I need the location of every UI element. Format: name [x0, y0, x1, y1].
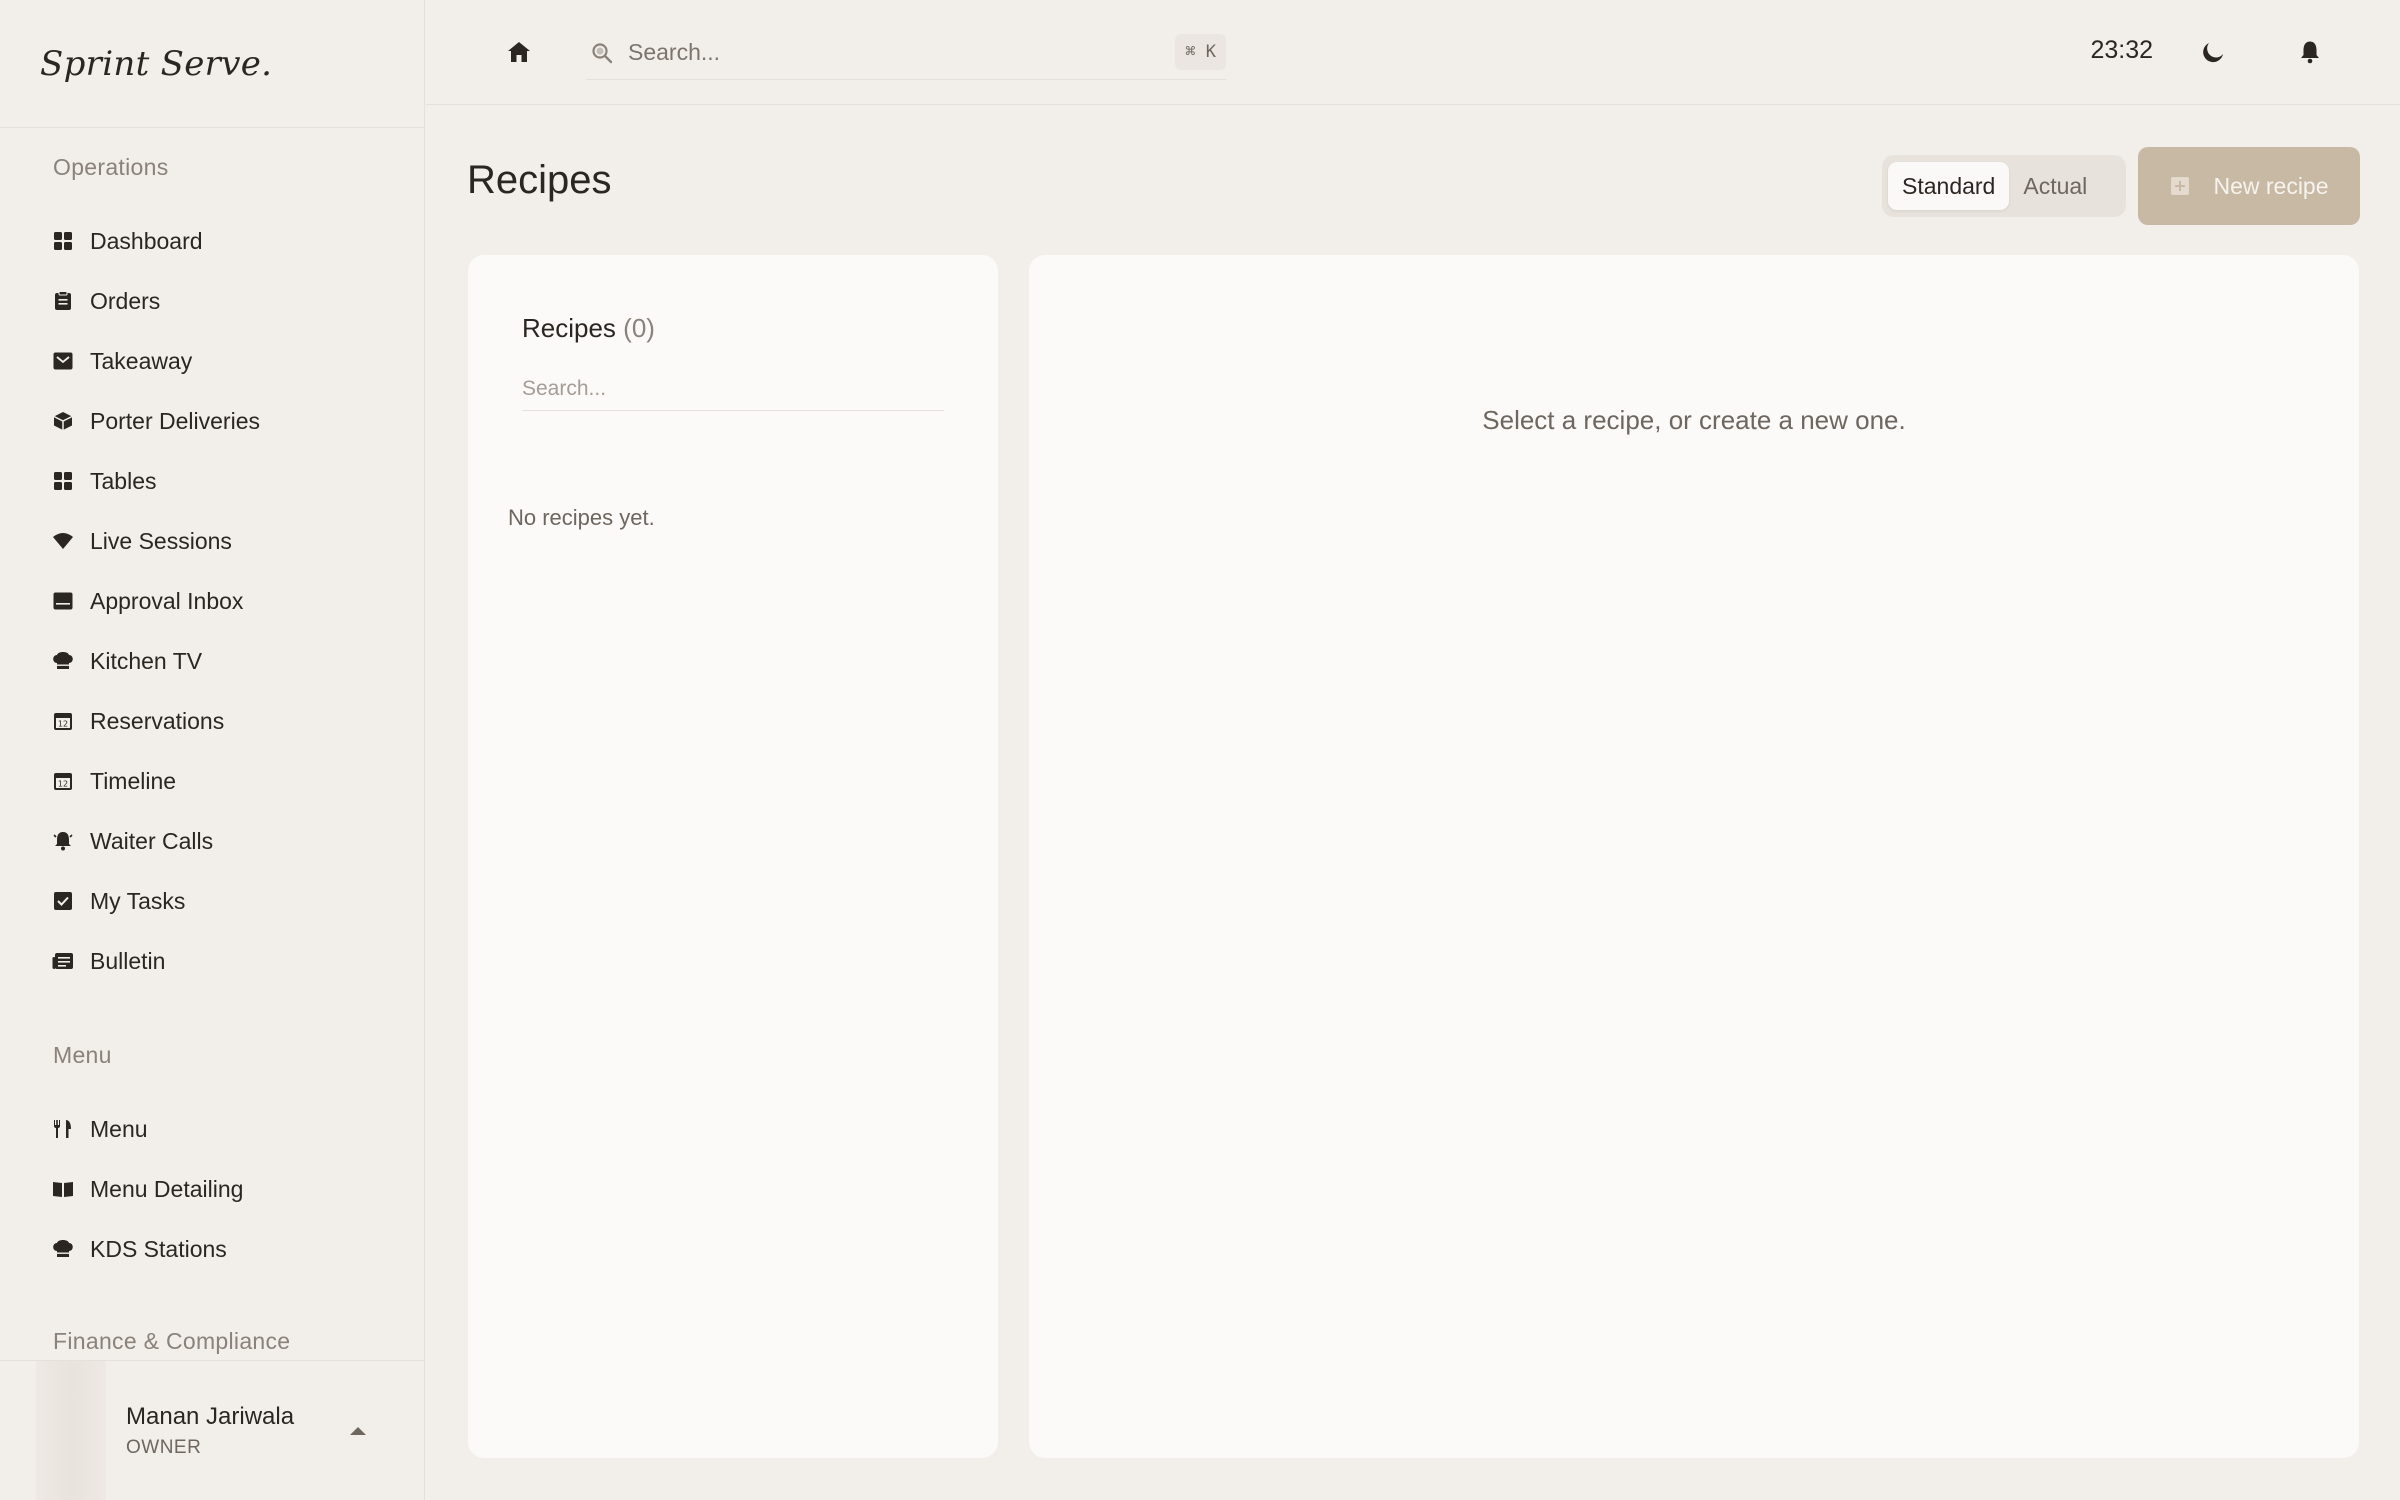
sidebar-item-label: Reservations — [90, 707, 225, 734]
sidebar-item-label: Waiter Calls — [90, 827, 214, 854]
grid-icon — [52, 230, 74, 252]
recipe-list-title-text: Recipes — [522, 313, 616, 343]
sidebar: Sprint Serve. Operations Dashboard Order… — [0, 0, 425, 1500]
sidebar-item-waiter-calls[interactable]: Waiter Calls — [44, 817, 404, 865]
clock: 23:32 — [2090, 36, 2153, 64]
recipe-search-input[interactable] — [522, 367, 944, 410]
brand-logo[interactable]: Sprint Serve. — [0, 0, 424, 128]
sidebar-item-label: KDS Stations — [90, 1235, 227, 1262]
utensils-icon — [52, 1118, 74, 1140]
sidebar-item-label: Tables — [90, 467, 157, 494]
page-title: Recipes — [467, 158, 612, 202]
sidebar-item-label: Menu Detailing — [90, 1175, 244, 1202]
sidebar-item-porter-deliveries[interactable]: Porter Deliveries — [44, 397, 404, 445]
check-square-icon — [52, 890, 74, 912]
detail-empty-message: Select a recipe, or create a new one. — [1482, 405, 1906, 435]
tables-grid-icon — [52, 470, 74, 492]
clipboard-icon — [52, 290, 74, 312]
calendar-icon: 12 — [52, 710, 74, 732]
search-input[interactable] — [628, 39, 1108, 66]
plus-square-icon — [2169, 175, 2191, 197]
sidebar-item-kds-stations[interactable]: KDS Stations — [44, 1225, 404, 1273]
sidebar-item-live-sessions[interactable]: Live Sessions — [44, 517, 404, 565]
new-recipe-button[interactable]: New recipe — [2138, 147, 2360, 225]
sidebar-item-label: Kitchen TV — [90, 647, 203, 674]
nav-section-menu-title: Menu — [53, 1042, 112, 1068]
user-name: Manan Jariwala — [126, 1402, 295, 1430]
home-icon[interactable] — [504, 37, 534, 67]
sidebar-item-timeline[interactable]: 12 Timeline — [44, 757, 404, 805]
svg-text:12: 12 — [58, 720, 68, 729]
recipe-count: (0) — [623, 313, 655, 343]
package-icon — [52, 410, 74, 432]
bell-icon[interactable] — [2294, 36, 2326, 68]
user-role: OWNER — [126, 1436, 202, 1458]
sidebar-item-label: Orders — [90, 287, 161, 314]
sidebar-item-label: My Tasks — [90, 887, 186, 914]
avatar — [36, 1360, 106, 1500]
sidebar-item-approval-inbox[interactable]: Approval Inbox — [44, 577, 404, 625]
sidebar-item-bulletin[interactable]: Bulletin — [44, 937, 404, 985]
nav-section-operations-title: Operations — [53, 154, 169, 180]
sidebar-item-reservations[interactable]: 12 Reservations — [44, 697, 404, 745]
global-search[interactable]: ⌘ K — [586, 26, 1226, 80]
user-menu[interactable]: Manan Jariwala OWNER — [0, 1360, 425, 1500]
sidebar-item-dashboard[interactable]: Dashboard — [44, 217, 404, 265]
sidebar-item-label: Dashboard — [90, 227, 203, 254]
empty-recipes-message: No recipes yet. — [508, 505, 655, 530]
sidebar-item-kitchen-tv[interactable]: Kitchen TV — [44, 637, 404, 685]
toggle-standard[interactable]: Standard — [1888, 162, 2010, 210]
book-open-icon — [52, 1178, 74, 1200]
takeaway-box-icon — [52, 350, 74, 372]
sidebar-item-my-tasks[interactable]: My Tasks — [44, 877, 404, 925]
recipe-list-title: Recipes (0) — [522, 313, 655, 344]
wifi-icon — [52, 530, 74, 552]
toggle-actual[interactable]: Actual — [2009, 162, 2101, 210]
nav-section-finance-title: Finance & Compliance — [53, 1328, 291, 1354]
sidebar-item-label: Porter Deliveries — [90, 407, 260, 434]
user-info: Manan Jariwala OWNER — [126, 1403, 294, 1459]
chef-hat-icon — [52, 1238, 74, 1260]
cost-view-toggle: Standard Actual — [1882, 155, 2126, 217]
caret-up-icon[interactable] — [348, 1423, 368, 1441]
sidebar-item-menu[interactable]: Menu — [44, 1105, 404, 1153]
recipe-detail-panel: Select a recipe, or create a new one. — [1029, 255, 2359, 1458]
sidebar-item-menu-detailing[interactable]: Menu Detailing — [44, 1165, 404, 1213]
sidebar-item-label: Bulletin — [90, 947, 166, 974]
top-bar: ⌘ K 23:32 — [426, 0, 2400, 105]
bell-ring-icon — [52, 830, 74, 852]
sidebar-item-tables[interactable]: Tables — [44, 457, 404, 505]
search-icon — [590, 41, 614, 65]
sidebar-nav: Operations Dashboard Orders Takeaway Por… — [0, 129, 424, 1360]
inbox-icon — [52, 590, 74, 612]
sidebar-item-orders[interactable]: Orders — [44, 277, 404, 325]
sidebar-item-label: Timeline — [90, 767, 177, 794]
chef-hat-icon — [52, 650, 74, 672]
calendar-icon: 12 — [52, 770, 74, 792]
recipe-list-panel: Recipes (0) No recipes yet. — [468, 255, 998, 1458]
sidebar-item-label: Approval Inbox — [90, 587, 244, 614]
sidebar-item-label: Menu — [90, 1115, 148, 1142]
new-recipe-label: New recipe — [2213, 172, 2329, 199]
sidebar-item-label: Takeaway — [90, 347, 193, 374]
svg-text:12: 12 — [58, 780, 68, 789]
sidebar-item-label: Live Sessions — [90, 527, 232, 554]
newspaper-icon — [52, 950, 74, 972]
shortcut-hint: ⌘ K — [1175, 34, 1226, 70]
sidebar-item-takeaway[interactable]: Takeaway — [44, 337, 404, 385]
recipe-search — [522, 367, 944, 411]
moon-icon[interactable] — [2198, 36, 2230, 68]
